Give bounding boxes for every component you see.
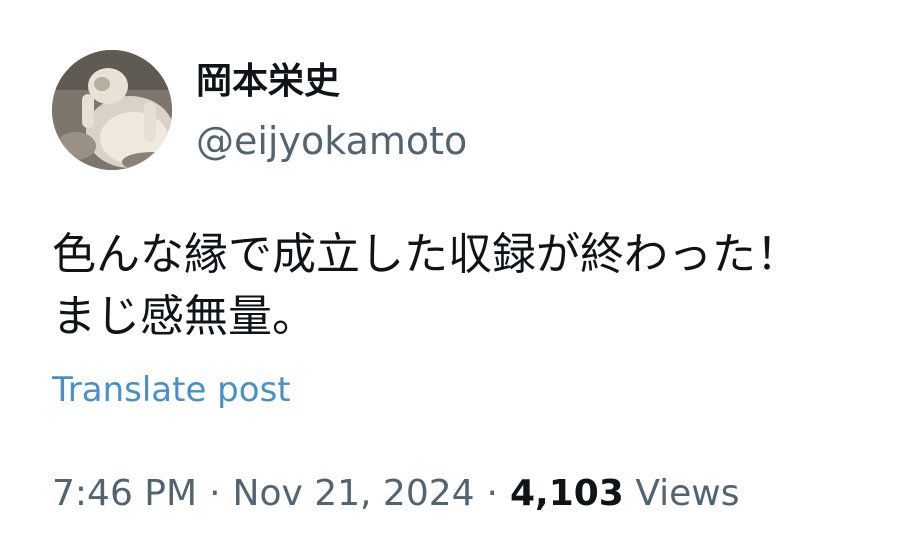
views-count: 4,103 [509,473,624,514]
post-date[interactable]: Nov 21, 2024 [233,473,475,514]
post-text-line-2: まじ感無量。 [52,291,316,342]
post-text-line-1: 色んな縁で成立した収録が終わった！ [52,229,800,280]
avatar-image [52,50,172,170]
tweet: 岡本栄史 @eijyokamoto 色んな縁で成立した収録が終わった！ まじ感無… [0,0,914,542]
meta-separator: · [209,473,221,514]
avatar[interactable] [52,50,172,170]
translate-post-link[interactable]: Translate post [52,368,291,412]
post-metadata: 7:46 PM · Nov 21, 2024 · 4,103 Views [52,470,740,518]
views-label: Views [635,473,740,514]
post-text: 色んな縁で成立した収録が終わった！ まじ感無量。 [52,224,892,348]
user-handle[interactable]: @eijyokamoto [196,118,467,164]
meta-separator: · [486,473,498,514]
display-name[interactable]: 岡本栄史 [196,60,340,104]
post-time[interactable]: 7:46 PM [52,473,197,514]
